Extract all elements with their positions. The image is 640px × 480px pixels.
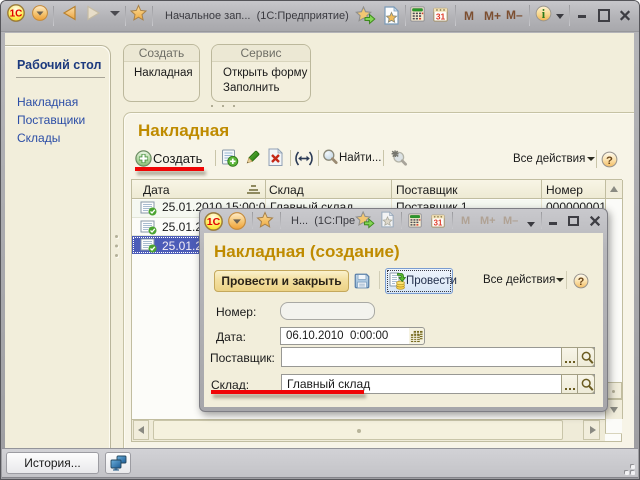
svg-text:?: ? [606,155,613,167]
svg-text:i: i [542,7,546,21]
svg-text:31: 31 [434,218,443,227]
svg-text:31: 31 [436,11,446,21]
svg-text:?: ? [578,276,585,288]
svg-text:1С: 1С [207,216,221,228]
svg-text:1С: 1С [10,9,23,20]
